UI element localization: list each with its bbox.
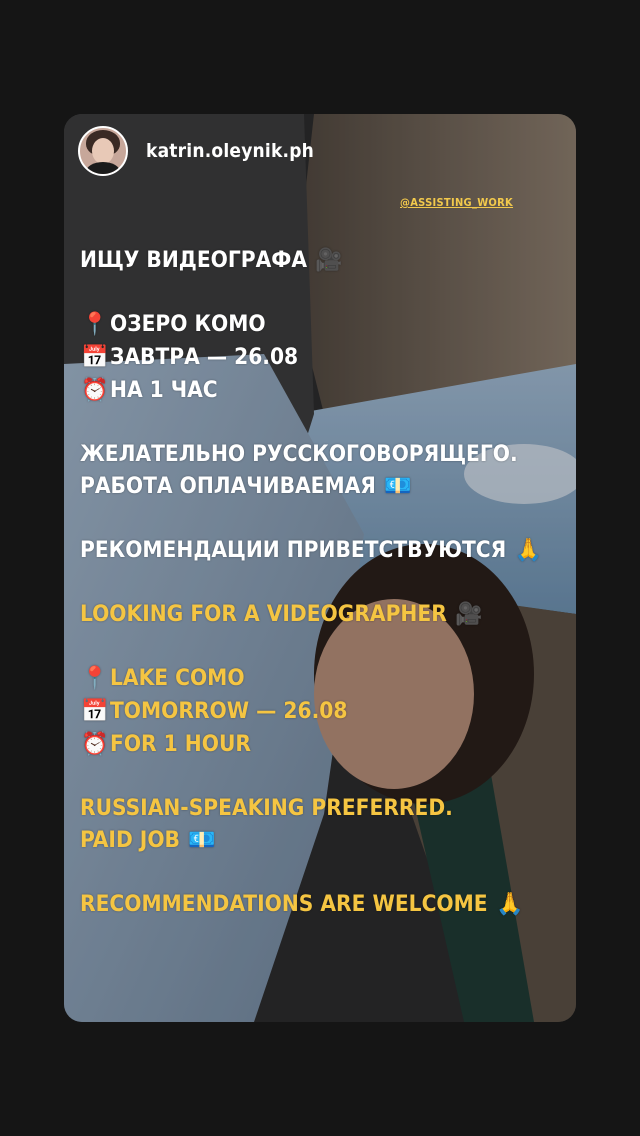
en-time: FOR 1 HOUR	[110, 731, 251, 757]
ru-rec-line: РЕКОМЕНДАЦИИ ПРИВЕТСТВУЮТСЯ 🙏	[80, 534, 566, 567]
en-date-line: 📅TOMORROW — 26.08	[80, 695, 566, 728]
en-location-line: 📍LAKE COMO	[80, 662, 566, 695]
calendar-icon: 📅	[81, 345, 109, 370]
pin-icon: 📍	[81, 312, 109, 337]
video-camera-icon: 🎥	[455, 602, 483, 627]
ru-pref-line-2: РАБОТА ОПЛАЧИВАЕМАЯ 💶	[80, 470, 566, 503]
en-rec: RECOMMENDATIONS ARE WELCOME	[80, 891, 488, 917]
alarm-clock-icon: ⏰	[81, 732, 109, 757]
praying-hands-icon: 🙏	[514, 538, 542, 563]
ru-time-line: ⏰НА 1 ЧАС	[80, 374, 566, 407]
money-icon: 💶	[188, 828, 216, 853]
story-text: ИЩУ ВИДЕОГРАФА 🎥 📍ОЗЕРО КОМО 📅ЗАВТРА — 2…	[80, 244, 566, 921]
story-card[interactable]: katrin.oleynik.ph @ASSISTING_WORK ИЩУ ВИ…	[64, 114, 576, 1022]
ru-time: НА 1 ЧАС	[110, 377, 218, 403]
ru-rec: РЕКОМЕНДАЦИИ ПРИВЕТСТВУЮТСЯ	[80, 537, 507, 563]
en-pref-line-1: RUSSIAN-SPEAKING PREFERRED.	[80, 795, 453, 821]
en-date: TOMORROW — 26.08	[110, 698, 348, 724]
avatar[interactable]	[78, 126, 128, 176]
ru-paid: РАБОТА ОПЛАЧИВАЕМАЯ	[80, 473, 376, 499]
en-paid: PAID JOB	[80, 827, 180, 853]
username[interactable]: katrin.oleynik.ph	[146, 140, 314, 162]
en-time-line: ⏰FOR 1 HOUR	[80, 728, 566, 761]
en-title: LOOKING FOR A VIDEOGRAPHER	[80, 601, 447, 627]
alarm-clock-icon: ⏰	[81, 378, 109, 403]
ru-title: ИЩУ ВИДЕОГРАФА	[80, 247, 307, 273]
pin-icon: 📍	[81, 666, 109, 691]
calendar-icon: 📅	[81, 699, 109, 724]
ru-location: ОЗЕРО КОМО	[110, 311, 266, 337]
video-camera-icon: 🎥	[315, 248, 343, 273]
ru-date-line: 📅ЗАВТРА — 26.08	[80, 341, 566, 374]
ru-title-line: ИЩУ ВИДЕОГРАФА 🎥	[80, 244, 566, 277]
en-title-line: LOOKING FOR A VIDEOGRAPHER 🎥	[80, 598, 566, 631]
ru-date: ЗАВТРА — 26.08	[110, 344, 299, 370]
money-icon: 💶	[384, 474, 412, 499]
praying-hands-icon: 🙏	[495, 892, 524, 917]
en-rec-line: RECOMMENDATIONS ARE WELCOME 🙏	[80, 888, 566, 921]
mention-sticker[interactable]: @ASSISTING_WORK	[400, 196, 513, 209]
ru-pref-line-1: ЖЕЛАТЕЛЬНО РУССКОГОВОРЯЩЕГО.	[80, 441, 518, 467]
en-pref-line-2: PAID JOB 💶	[80, 824, 566, 857]
ru-location-line: 📍ОЗЕРО КОМО	[80, 308, 566, 341]
story-header: katrin.oleynik.ph	[78, 126, 314, 176]
en-location: LAKE COMO	[110, 665, 245, 691]
